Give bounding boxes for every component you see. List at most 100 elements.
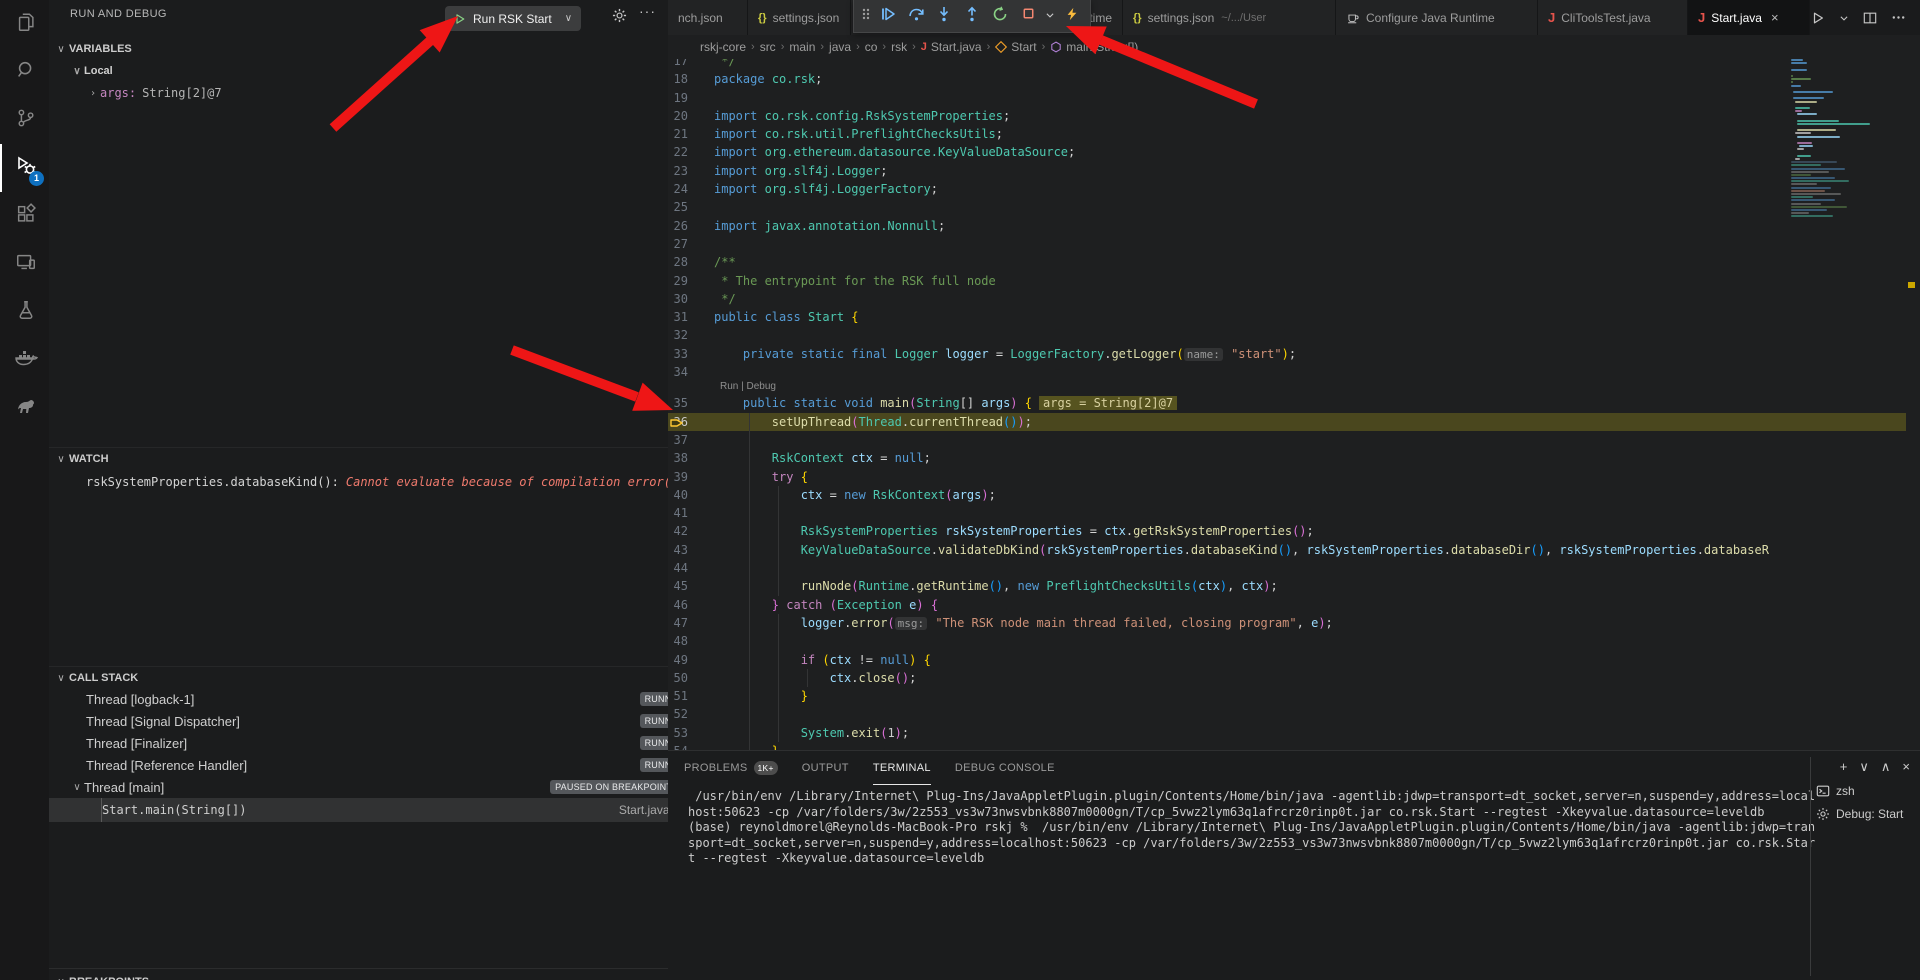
breadcrumb-item[interactable]: main xyxy=(789,40,815,54)
tab-clitoolstest-java[interactable]: JCliToolsTest.java xyxy=(1538,0,1688,35)
breadcrumb-item[interactable]: java xyxy=(829,40,851,54)
watch-expression-row[interactable]: rskSystemProperties.databaseKind(): Cann… xyxy=(49,471,669,493)
line-number[interactable]: 42 xyxy=(668,522,714,540)
line-number[interactable]: 49 xyxy=(668,651,714,669)
line-number[interactable]: 23 xyxy=(668,162,714,180)
activity-item-animal[interactable] xyxy=(0,384,49,432)
panel-tab-problems[interactable]: PROBLEMS1K+ xyxy=(684,751,778,785)
line-number[interactable]: 43 xyxy=(668,541,714,559)
tab-nch-json[interactable]: nch.json xyxy=(668,0,748,35)
line-number[interactable]: 25 xyxy=(668,198,714,216)
terminal-session-debug-start[interactable]: Debug: Start xyxy=(1816,802,1920,825)
line-number[interactable]: 35 xyxy=(668,394,714,412)
run-file-icon[interactable] xyxy=(1811,11,1825,25)
line-number[interactable]: 19 xyxy=(668,89,714,107)
terminal-dropdown-icon[interactable]: ∨ xyxy=(1859,759,1869,775)
line-number[interactable]: 20 xyxy=(668,107,714,125)
line-number[interactable]: 39 xyxy=(668,468,714,486)
stop-dropdown-button[interactable] xyxy=(1044,3,1056,29)
breadcrumb-item[interactable]: rskj-core xyxy=(700,40,746,54)
line-number[interactable]: 27 xyxy=(668,235,714,253)
restart-button[interactable] xyxy=(988,3,1012,29)
line-number[interactable]: 38 xyxy=(668,449,714,467)
call-stack-thread[interactable]: Thread [logback-1]RUNNING xyxy=(49,688,669,710)
line-number[interactable]: 26 xyxy=(668,217,714,235)
line-number[interactable]: 28 xyxy=(668,253,714,271)
gear-icon[interactable] xyxy=(612,8,627,28)
hot-code-replace-button[interactable] xyxy=(1060,3,1084,29)
line-number[interactable]: 53 xyxy=(668,724,714,742)
line-number[interactable]: 29 xyxy=(668,272,714,290)
activity-item-run-debug[interactable]: 1 xyxy=(0,144,49,192)
close-panel-icon[interactable]: × xyxy=(1902,759,1910,775)
line-number[interactable]: 30 xyxy=(668,290,714,308)
run-dropdown-icon[interactable] xyxy=(1839,13,1849,23)
call-stack-section-header[interactable]: ∨ CALL STACK xyxy=(49,666,668,689)
variables-scope-local[interactable]: ∨ Local xyxy=(49,60,669,82)
line-number[interactable]: 33 xyxy=(668,345,714,363)
line-number[interactable]: 22 xyxy=(668,143,714,161)
tab-settings-json[interactable]: {}settings.json~/.../User xyxy=(1123,0,1336,35)
call-stack-thread[interactable]: Thread [Reference Handler]RUNNING xyxy=(49,754,669,776)
step-into-button[interactable] xyxy=(932,3,956,29)
panel-tab-debug-console[interactable]: DEBUG CONSOLE xyxy=(955,751,1055,785)
line-number[interactable]: 37 xyxy=(668,431,714,449)
more-actions-icon[interactable] xyxy=(1891,10,1906,25)
terminal-output[interactable]: /usr/bin/env /Library/Internet\ Plug-Ins… xyxy=(688,789,1788,867)
line-number[interactable]: 51 xyxy=(668,687,714,705)
breadcrumb-item[interactable]: rsk xyxy=(891,40,907,54)
line-number[interactable]: 52 xyxy=(668,705,714,723)
breadcrumb-item[interactable]: co xyxy=(865,40,878,54)
drag-handle-button[interactable] xyxy=(860,3,872,29)
stop-button[interactable] xyxy=(1016,3,1040,29)
variable-args[interactable]: › args: String[2]@7 xyxy=(49,82,669,104)
activity-item-docker[interactable] xyxy=(0,336,49,384)
breadcrumb-item[interactable]: src xyxy=(760,40,776,54)
codelens-debug-link[interactable]: Debug xyxy=(747,381,776,392)
line-number[interactable]: 41 xyxy=(668,504,714,522)
continue-button[interactable] xyxy=(876,3,900,29)
tab-settings-json[interactable]: {}settings.json xyxy=(748,0,851,35)
launch-config-dropdown[interactable]: Run RSK Start ∨ xyxy=(445,6,581,31)
codelens-run-link[interactable]: Run xyxy=(720,381,738,392)
line-number[interactable]: 32 xyxy=(668,326,714,344)
line-number[interactable]: 24 xyxy=(668,180,714,198)
breadcrumb-item[interactable]: main(String[]) xyxy=(1050,40,1138,54)
code-area[interactable]: 17 */18package co.rsk;1920import co.rsk.… xyxy=(668,52,1791,750)
line-number[interactable]: 44 xyxy=(668,559,714,577)
call-stack-frame-selected[interactable]: Start.main(String[])Start.java36:1 xyxy=(49,798,669,822)
watch-section-header[interactable]: ∨ WATCH xyxy=(49,447,668,470)
line-number[interactable]: 48 xyxy=(668,632,714,650)
tab-configure-java-runtime[interactable]: Configure Java Runtime xyxy=(1336,0,1538,35)
call-stack-thread[interactable]: Thread [Finalizer]RUNNING xyxy=(49,732,669,754)
variables-section-header[interactable]: ∨ VARIABLES xyxy=(49,38,668,60)
panel-splitter[interactable] xyxy=(1810,757,1811,976)
panel-tab-terminal[interactable]: TERMINAL xyxy=(873,751,931,785)
breadcrumb-item[interactable]: Start xyxy=(995,40,1036,54)
step-out-button[interactable] xyxy=(960,3,984,29)
activity-item-source-control[interactable] xyxy=(0,96,49,144)
activity-item-remote-explorer[interactable] xyxy=(0,240,49,288)
line-number[interactable]: 47 xyxy=(668,614,714,632)
line-number[interactable]: 21 xyxy=(668,125,714,143)
step-over-button[interactable] xyxy=(904,3,928,29)
line-number[interactable]: 50 xyxy=(668,669,714,687)
breakpoints-section-header[interactable]: ∨ BREAKPOINTS xyxy=(49,971,668,980)
terminal-session-zsh[interactable]: zsh xyxy=(1816,779,1920,802)
line-number[interactable]: 31 xyxy=(668,308,714,326)
more-actions-icon[interactable]: ··· xyxy=(639,3,656,19)
activity-item-search[interactable] xyxy=(0,48,49,96)
split-editor-icon[interactable] xyxy=(1863,11,1877,25)
maximize-panel-icon[interactable]: ∧ xyxy=(1881,759,1891,775)
activity-item-testing[interactable] xyxy=(0,288,49,336)
call-stack-thread[interactable]: Thread [Signal Dispatcher]RUNNING xyxy=(49,710,669,732)
minimap[interactable] xyxy=(1791,40,1866,740)
line-number[interactable]: 46 xyxy=(668,596,714,614)
breadcrumb-item[interactable]: JStart.java xyxy=(921,40,982,54)
close-icon[interactable]: × xyxy=(1771,10,1779,25)
line-number[interactable]: 40 xyxy=(668,486,714,504)
line-number[interactable]: 36 xyxy=(668,413,714,431)
activity-item-explorer[interactable] xyxy=(0,0,49,48)
line-number[interactable]: 34 xyxy=(668,363,714,381)
line-number[interactable]: 45 xyxy=(668,577,714,595)
